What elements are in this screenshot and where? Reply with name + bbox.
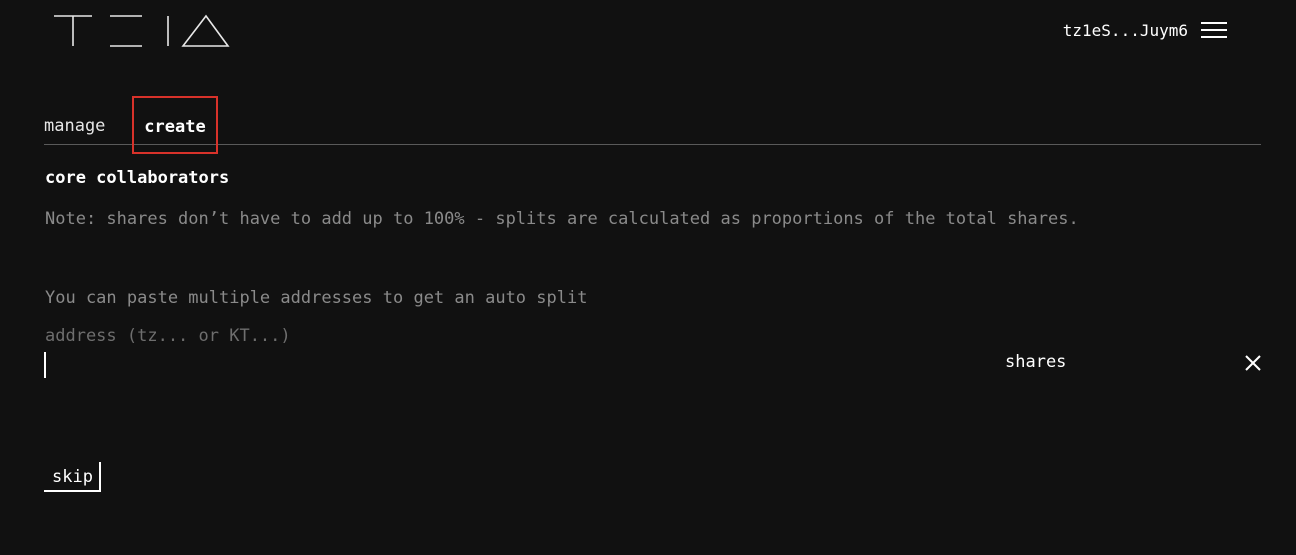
wallet-address[interactable]: tz1eS...Juym6 (1063, 21, 1188, 40)
hamburger-menu-icon[interactable] (1200, 20, 1228, 40)
address-placeholder-label: address (tz... or KT...) (45, 326, 291, 346)
shares-note: Note: shares don’t have to add up to 100… (45, 209, 1079, 229)
skip-button[interactable]: skip (44, 462, 101, 492)
tab-create[interactable]: create (132, 96, 218, 154)
section-title: core collaborators (45, 168, 230, 188)
close-icon[interactable] (1244, 354, 1262, 372)
wallet-menu[interactable]: tz1eS...Juym6 (1063, 20, 1228, 40)
paste-hint: You can paste multiple addresses to get … (45, 288, 588, 308)
tab-manage[interactable]: manage (44, 96, 105, 144)
tab-bar: manage create (44, 96, 1261, 154)
address-input[interactable] (44, 352, 952, 378)
shares-label: shares (1005, 352, 1067, 372)
teia-logo[interactable] (52, 12, 232, 52)
